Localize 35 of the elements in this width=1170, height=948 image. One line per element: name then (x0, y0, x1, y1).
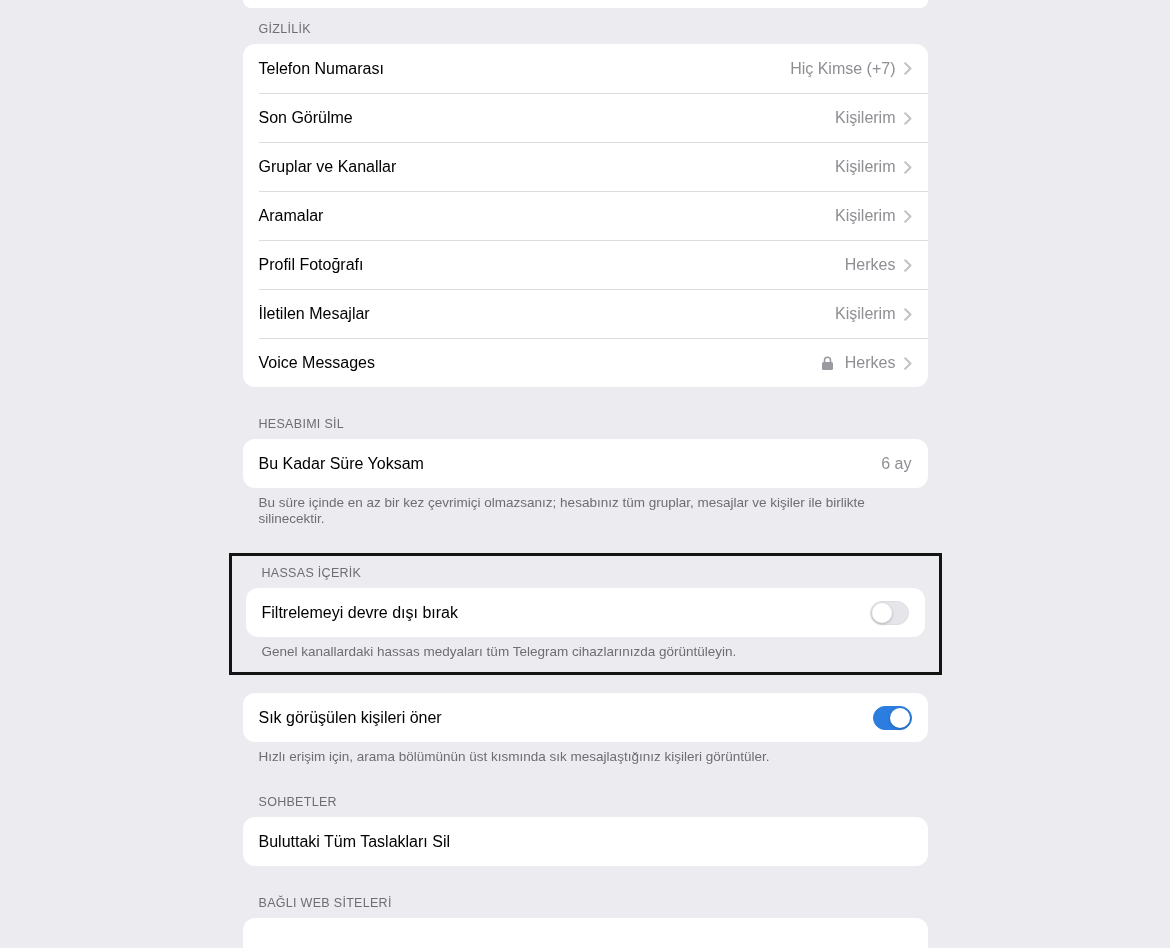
chevron-icon (903, 209, 912, 223)
setting-label[interactable]: Voice Messages (258, 354, 822, 372)
section-footer: Bu süre içinde en az bir kez çevrimiçi olmazsanız; hesabınız tüm gruplar, mesajlar ve kişiler ile birlikte silinecektir. (242, 488, 928, 527)
setting-label[interactable]: Gruplar ve Kanallar (258, 158, 836, 176)
setting-label[interactable]: Son Görülme (258, 109, 836, 127)
setting-label[interactable]: İletilen Mesajlar (258, 305, 836, 323)
section-header: HESABIMI SİL (257, 417, 346, 433)
chevron-icon (903, 307, 912, 321)
toggle-switch[interactable] (872, 705, 912, 730)
setting-value: Herkes (844, 256, 896, 274)
setting-value: Kişilerim (835, 207, 896, 225)
setting-value: Hiç Kimse (+7) (790, 59, 896, 78)
setting-label: Sık görüşülen kişileri öner (258, 708, 443, 727)
setting-label[interactable]: Telefon Numarası (258, 59, 791, 78)
section-header: HASSAS İÇERİK (260, 566, 363, 582)
chevron-icon (903, 111, 912, 125)
setting-value: Kişilerim (835, 109, 896, 127)
section-footer: Genel kanallardaki hassas medyaları tüm Telegram cihazlarınızda görüntüleyin. (245, 637, 925, 660)
setting-label[interactable]: Profil Fotoğrafı (258, 256, 845, 274)
setting-value: 6 ay (881, 454, 912, 473)
chevron-icon (903, 62, 912, 75)
chevron-icon (903, 160, 912, 174)
setting-value: Kişilerim (835, 158, 896, 176)
setting-label[interactable]: Bu Kadar Süre Yoksam (258, 454, 882, 473)
section-header: BAĞLI WEB SİTELERİ (257, 896, 393, 912)
setting-value: Herkes (844, 354, 896, 372)
setting-value: Kişilerim (835, 305, 896, 323)
setting-label[interactable]: Buluttaki Tüm Taslakları Sil (258, 832, 912, 851)
chevron-icon (903, 356, 912, 370)
section-header: GİZLİLİK (257, 22, 312, 38)
setting-label[interactable]: Aramalar (258, 207, 836, 225)
section-footer: Hızlı erişim için, arama bölümünün üst kısmında sık mesajlaştığınız kişileri görüntüler. (242, 742, 928, 765)
setting-label: Filtrelemeyi devre dışı bırak (261, 603, 459, 622)
section-header: SOHBETLER (257, 795, 338, 811)
chevron-icon (903, 258, 912, 272)
